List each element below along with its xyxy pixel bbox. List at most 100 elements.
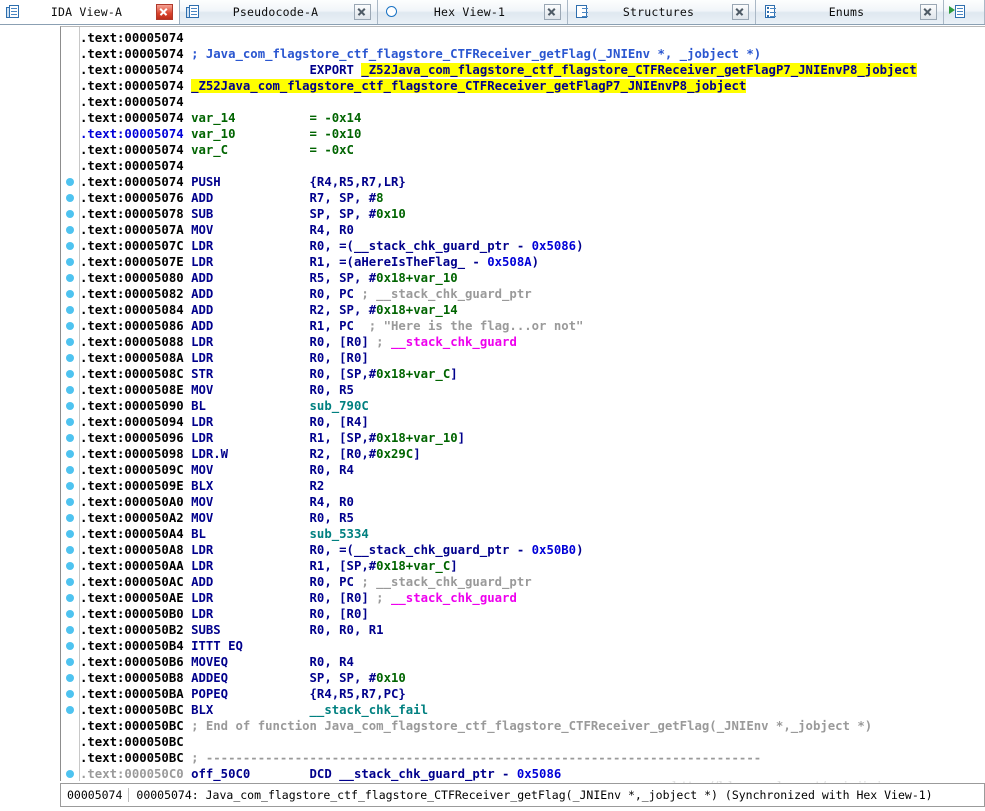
close-icon[interactable] — [544, 4, 561, 20]
execution-flow-dot[interactable] — [66, 450, 74, 458]
disassembly-line[interactable]: .text:00005086 ADD R1, PC ; "Here is the… — [80, 318, 985, 334]
close-icon[interactable] — [732, 4, 749, 20]
disassembly-line[interactable]: .text:00005096 LDR R1, [SP,#0x18+var_10] — [80, 430, 985, 446]
tab-pseudocode-a[interactable]: Pseudocode-A — [180, 0, 378, 24]
disassembly-line[interactable]: .text:00005074 — [80, 94, 985, 110]
disassembly-line[interactable]: .text:00005090 BL sub_790C — [80, 398, 985, 414]
disassembly-line[interactable]: .text:00005078 SUB SP, SP, #0x10 — [80, 206, 985, 222]
execution-flow-dot[interactable] — [66, 242, 74, 250]
disassembly-line[interactable]: .text:00005074 var_C = -0xC — [80, 142, 985, 158]
execution-flow-dot[interactable] — [66, 402, 74, 410]
execution-flow-dot[interactable] — [66, 258, 74, 266]
execution-flow-dot[interactable] — [66, 674, 74, 682]
tab-exports[interactable] — [944, 0, 985, 24]
execution-flow-dot[interactable] — [66, 562, 74, 570]
disassembly-line[interactable]: .text:00005074 ; Java_com_flagstore_ctf_… — [80, 46, 985, 62]
disassembly-line[interactable]: .text:000050AA LDR R1, [SP,#0x18+var_C] — [80, 558, 985, 574]
disassembly-line[interactable]: .text:00005074 EXPORT _Z52Java_com_flags… — [80, 62, 985, 78]
disassembly-line[interactable]: .text:000050AE LDR R0, [R0] ; __stack_ch… — [80, 590, 985, 606]
disassembly-line[interactable]: .text:0000508C STR R0, [SP,#0x18+var_C] — [80, 366, 985, 382]
execution-flow-dot[interactable] — [66, 418, 74, 426]
execution-flow-dot[interactable] — [66, 322, 74, 330]
disassembly-line[interactable]: .text:000050BC BLX __stack_chk_fail — [80, 702, 985, 718]
execution-flow-dot[interactable] — [66, 514, 74, 522]
execution-flow-dot[interactable] — [66, 530, 74, 538]
disassembly-line[interactable]: .text:0000509E BLX R2 — [80, 478, 985, 494]
execution-flow-dot[interactable] — [66, 610, 74, 618]
disassembly-line[interactable]: .text:000050B6 MOVEQ R0, R4 — [80, 654, 985, 670]
execution-flow-dot[interactable] — [66, 658, 74, 666]
execution-flow-dot[interactable] — [66, 626, 74, 634]
disassembly-line[interactable]: .text:0000507C LDR R0, =(__stack_chk_gua… — [80, 238, 985, 254]
disassembly-line[interactable]: .text:00005098 LDR.W R2, [R0,#0x29C] — [80, 446, 985, 462]
disassembly-line[interactable]: .text:00005088 LDR R0, [R0] ; __stack_ch… — [80, 334, 985, 350]
tab-hex-view-1[interactable]: Hex View-1 — [378, 0, 568, 24]
execution-flow-dot[interactable] — [66, 386, 74, 394]
tab-structures[interactable]: Structures — [568, 0, 756, 24]
disassembly-line[interactable]: .text:000050BC — [80, 734, 985, 750]
disassembly-line[interactable]: .text:00005094 LDR R0, [R4] — [80, 414, 985, 430]
execution-flow-dot[interactable] — [66, 482, 74, 490]
token-cmtgray: ; "Here is the flag...or not" — [368, 319, 584, 333]
execution-flow-dot[interactable] — [66, 466, 74, 474]
disassembly-line[interactable]: .text:00005076 ADD R7, SP, #8 — [80, 190, 985, 206]
execution-flow-dot[interactable] — [66, 578, 74, 586]
disassembly-line[interactable]: .text:000050BC ; -----------------------… — [80, 750, 985, 766]
execution-flow-dot[interactable] — [66, 370, 74, 378]
disassembly-line[interactable]: .text:000050C0 off_50C0 DCD __stack_chk_… — [80, 766, 985, 781]
execution-flow-dot[interactable] — [66, 642, 74, 650]
disassembly-line[interactable]: .text:00005074 — [80, 30, 985, 46]
execution-flow-dot[interactable] — [66, 290, 74, 298]
execution-flow-dot[interactable] — [66, 194, 74, 202]
tab-ida-view-a[interactable]: IDA View-A — [0, 0, 180, 24]
disassembly-line[interactable]: .text:00005080 ADD R5, SP, #0x18+var_10 — [80, 270, 985, 286]
execution-flow-dot[interactable] — [66, 770, 74, 778]
execution-flow-dot[interactable] — [66, 210, 74, 218]
disassembly-line[interactable]: .text:00005074 PUSH {R4,R5,R7,LR} — [80, 174, 985, 190]
disassembly-line[interactable]: .text:000050BC ; End of function Java_co… — [80, 718, 985, 734]
disassembly-line[interactable]: .text:0000508A LDR R0, [R0] — [80, 350, 985, 366]
close-icon[interactable] — [354, 4, 371, 20]
disassembly-line[interactable]: .text:0000509C MOV R0, R4 — [80, 462, 985, 478]
disassembly-line[interactable]: .text:000050A2 MOV R0, R5 — [80, 510, 985, 526]
close-icon[interactable] — [920, 4, 937, 20]
line-address: .text:000050A8 — [80, 543, 192, 557]
disassembly-line[interactable]: .text:000050A4 BL sub_5334 — [80, 526, 985, 542]
disassembly-line[interactable]: .text:00005074 _Z52Java_com_flagstore_ct… — [80, 78, 985, 94]
disassembly-line[interactable]: .text:0000507E LDR R1, =(aHereIsTheFlag_… — [80, 254, 985, 270]
disassembly-line[interactable]: .text:00005074 — [80, 158, 985, 174]
execution-flow-dot[interactable] — [66, 594, 74, 602]
execution-flow-dot[interactable] — [66, 706, 74, 714]
disassembly-line[interactable]: .text:000050B2 SUBS R0, R0, R1 — [80, 622, 985, 638]
execution-flow-dot[interactable] — [66, 354, 74, 362]
disassembly-line[interactable]: .text:000050AC ADD R0, PC ; __stack_chk_… — [80, 574, 985, 590]
disassembly-line[interactable]: .text:000050B4 ITTT EQ — [80, 638, 985, 654]
execution-flow-dot[interactable] — [66, 274, 74, 282]
execution-flow-dot[interactable] — [66, 690, 74, 698]
disassembly-line[interactable]: .text:00005074 var_14 = -0x14 — [80, 110, 985, 126]
disassembly-pane[interactable]: .text:00005074 .text:00005074 ; Java_com… — [60, 26, 985, 781]
execution-flow-dot[interactable] — [66, 338, 74, 346]
arrow-gutter[interactable] — [61, 27, 80, 781]
execution-flow-dot[interactable] — [66, 226, 74, 234]
execution-flow-dot[interactable] — [66, 434, 74, 442]
disassembly-listing[interactable]: .text:00005074 .text:00005074 ; Java_com… — [80, 27, 985, 781]
execution-flow-dot[interactable] — [66, 546, 74, 554]
disassembly-line[interactable]: .text:000050B0 LDR R0, [R0] — [80, 606, 985, 622]
disassembly-line[interactable]: .text:000050A0 MOV R4, R0 — [80, 494, 985, 510]
disassembly-line[interactable]: .text:0000507A MOV R4, R0 — [80, 222, 985, 238]
disassembly-line[interactable]: .text:0000508E MOV R0, R5 — [80, 382, 985, 398]
disassembly-line[interactable]: .text:00005084 ADD R2, SP, #0x18+var_14 — [80, 302, 985, 318]
disassembly-line[interactable]: .text:000050A8 LDR R0, =(__stack_chk_gua… — [80, 542, 985, 558]
tab-enums[interactable]: Enums — [756, 0, 944, 24]
token-mn: ADD — [191, 303, 214, 317]
disassembly-line[interactable]: .text:00005074 var_10 = -0x10 — [80, 126, 985, 142]
disassembly-line[interactable]: .text:00005082 ADD R0, PC ; __stack_chk_… — [80, 286, 985, 302]
disassembly-line[interactable]: .text:000050B8 ADDEQ SP, SP, #0x10 — [80, 670, 985, 686]
close-icon[interactable] — [156, 4, 173, 20]
execution-flow-dot[interactable] — [66, 178, 74, 186]
execution-flow-dot[interactable] — [66, 498, 74, 506]
disassembly-line[interactable]: .text:000050BA POPEQ {R4,R5,R7,PC} — [80, 686, 985, 702]
execution-flow-dot[interactable] — [66, 306, 74, 314]
